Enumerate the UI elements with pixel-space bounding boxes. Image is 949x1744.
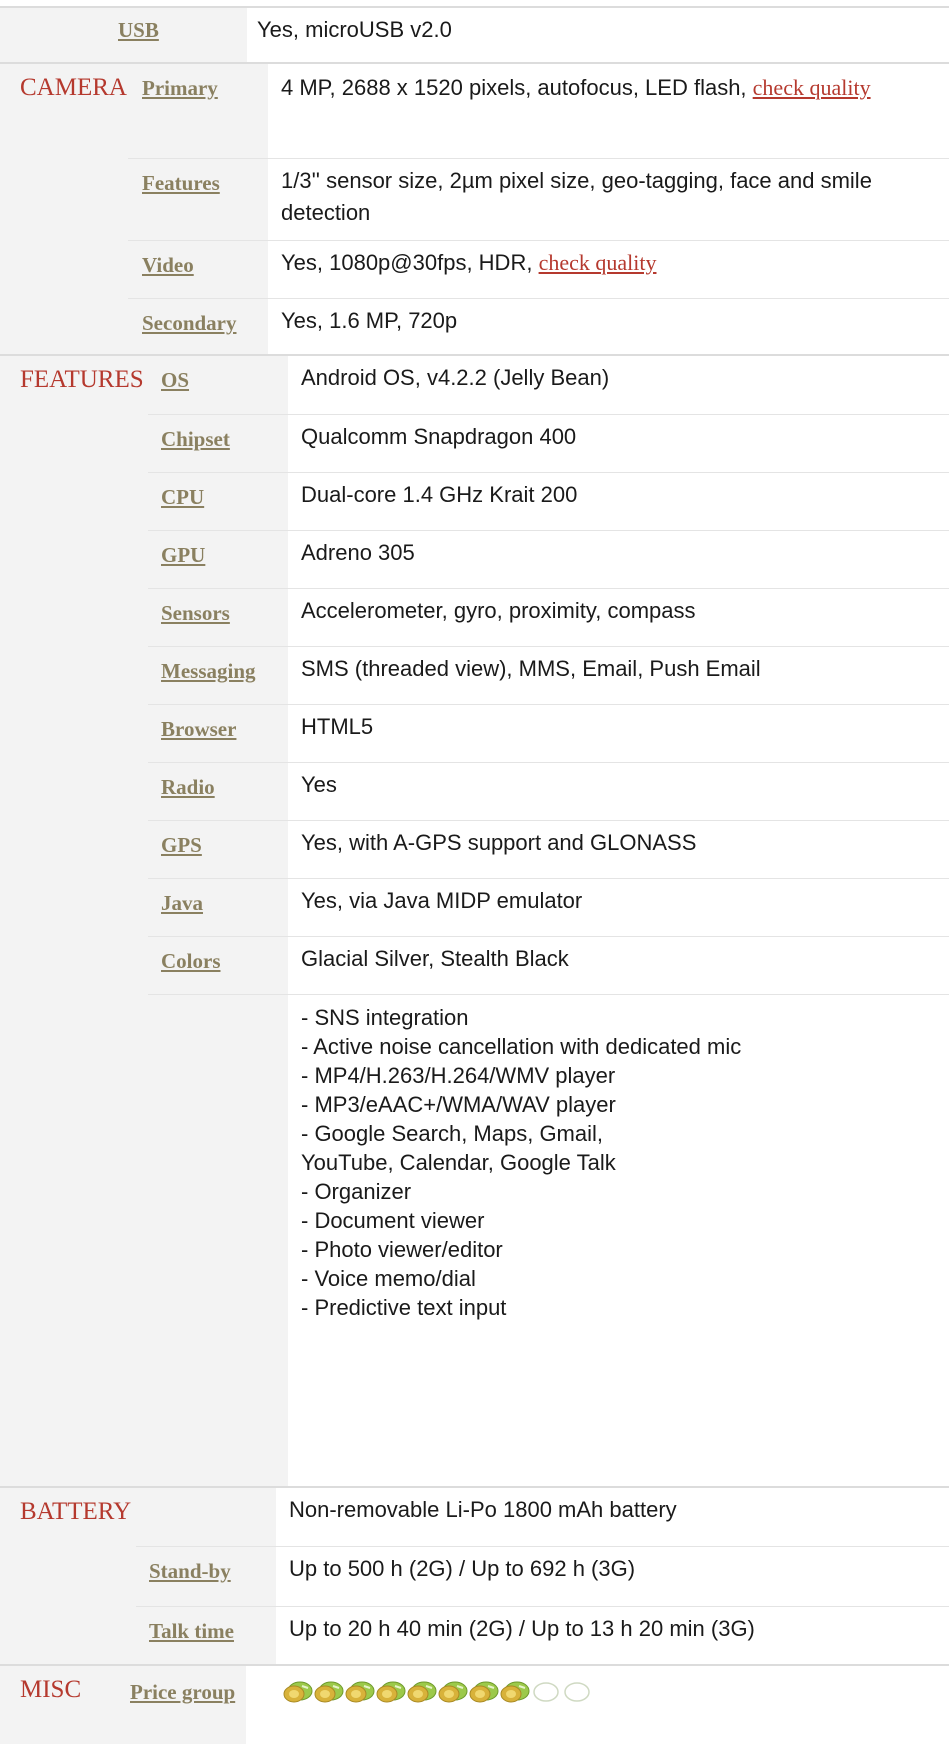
spec-row-secondary: Secondary Yes, 1.6 MP, 720p <box>128 298 949 357</box>
section-misc: MISC Price group <box>0 1664 949 1744</box>
spec-value-cpu: Dual-core 1.4 GHz Krait 200 <box>288 473 949 531</box>
spec-row-standby: Stand-by Up to 500 h (2G) / Up to 692 h … <box>136 1546 949 1607</box>
spec-label-java[interactable]: Java <box>148 879 288 937</box>
price-group-coins <box>282 1678 592 1708</box>
spec-label-cpu[interactable]: CPU <box>148 473 288 531</box>
spec-value-secondary: Yes, 1.6 MP, 720p <box>268 299 949 357</box>
section-battery: BATTERY Non-removable Li-Po 1800 mAh bat… <box>0 1486 949 1667</box>
money-coin-icon-empty <box>564 1682 590 1702</box>
spec-label-os[interactable]: OS <box>148 356 288 414</box>
check-quality-link[interactable]: check quality <box>539 250 657 275</box>
spec-value-primary-text: 4 MP, 2688 x 1520 pixels, autofocus, LED… <box>281 75 747 100</box>
spec-row-os: OS Android OS, v4.2.2 (Jelly Bean) <box>148 356 949 414</box>
section-title-spacer <box>0 8 104 64</box>
spec-value-usb: Yes, microUSB v2.0 <box>247 8 949 64</box>
spec-label-standby[interactable]: Stand-by <box>136 1547 276 1607</box>
spec-label-empty <box>136 1488 276 1546</box>
spec-row-battery: Non-removable Li-Po 1800 mAh battery <box>136 1488 949 1546</box>
feature-list-item: - Predictive text input <box>301 1295 507 1320</box>
spec-row-sensors: Sensors Accelerometer, gyro, proximity, … <box>148 588 949 647</box>
spec-label-messaging[interactable]: Messaging <box>148 647 288 705</box>
money-coin-icon-filled <box>469 1681 499 1703</box>
spec-value-video-text: Yes, 1080p@30fps, HDR, <box>281 250 533 275</box>
spec-value-sensors: Accelerometer, gyro, proximity, compass <box>288 589 949 647</box>
spec-value-radio: Yes <box>288 763 949 821</box>
money-coin-icon-filled <box>407 1681 437 1703</box>
spec-label-gps[interactable]: GPS <box>148 821 288 879</box>
price-group-rating <box>246 1666 949 1744</box>
spec-value-battery: Non-removable Li-Po 1800 mAh battery <box>276 1488 949 1546</box>
spec-row-gps: GPS Yes, with A-GPS support and GLONASS <box>148 820 949 879</box>
spec-label-features[interactable]: Features <box>128 159 268 241</box>
money-coin-icon-filled <box>283 1681 313 1703</box>
spec-row-chipset: Chipset Qualcomm Snapdragon 400 <box>148 414 949 473</box>
spec-row-gpu: GPU Adreno 305 <box>148 530 949 589</box>
section-data: USB Yes, microUSB v2.0 <box>0 6 949 64</box>
money-coin-icon-filled <box>500 1681 530 1703</box>
section-title-features: FEATURES <box>0 356 148 1488</box>
section-title-battery: BATTERY <box>0 1488 136 1666</box>
feature-list-item: - Voice memo/dial <box>301 1266 476 1291</box>
spec-value-standby: Up to 500 h (2G) / Up to 692 h (3G) <box>276 1547 949 1607</box>
money-coin-icon-empty <box>533 1682 559 1702</box>
spec-label-sensors[interactable]: Sensors <box>148 589 288 647</box>
spec-value-primary: 4 MP, 2688 x 1520 pixels, autofocus, LED… <box>268 64 949 158</box>
feature-list-item: - MP3/eAAC+/WMA/WAV player <box>301 1092 616 1117</box>
spec-row-usb: USB Yes, microUSB v2.0 <box>104 8 949 64</box>
feature-list-item: - Google Search, Maps, Gmail, <box>301 1121 604 1146</box>
spec-row-browser: Browser HTML5 <box>148 704 949 763</box>
spec-value-colors: Glacial Silver, Stealth Black <box>288 937 949 995</box>
money-coin-icon-filled <box>376 1681 406 1703</box>
spec-label-video[interactable]: Video <box>128 241 268 299</box>
spec-row-primary: Primary 4 MP, 2688 x 1520 pixels, autofo… <box>128 64 949 158</box>
feature-list-item: - Organizer <box>301 1179 412 1204</box>
spec-row-colors: Colors Glacial Silver, Stealth Black <box>148 936 949 995</box>
section-title-camera: CAMERA <box>0 64 128 356</box>
feature-list-item: - Document viewer <box>301 1208 485 1233</box>
check-quality-link[interactable]: check quality <box>753 75 871 100</box>
spec-value-features: 1/3'' sensor size, 2µm pixel size, geo-t… <box>268 159 949 241</box>
spec-label-talk-time[interactable]: Talk time <box>136 1607 276 1667</box>
spec-label-radio[interactable]: Radio <box>148 763 288 821</box>
spec-value-os: Android OS, v4.2.2 (Jelly Bean) <box>288 356 949 414</box>
spec-value-video: Yes, 1080p@30fps, HDR, check quality <box>268 241 949 299</box>
spec-label-browser[interactable]: Browser <box>148 705 288 763</box>
spec-row-video: Video Yes, 1080p@30fps, HDR, check quali… <box>128 240 949 299</box>
spec-label-primary[interactable]: Primary <box>128 64 268 158</box>
spec-label-chipset[interactable]: Chipset <box>148 415 288 473</box>
spec-value-messaging: SMS (threaded view), MMS, Email, Push Em… <box>288 647 949 705</box>
section-title-misc: MISC <box>0 1666 106 1744</box>
money-coin-icon-filled <box>345 1681 375 1703</box>
section-features: FEATURES OS Android OS, v4.2.2 (Jelly Be… <box>0 354 949 1489</box>
spec-row-price-group: Price group <box>106 1666 949 1744</box>
spec-row-features: Features 1/3'' sensor size, 2µm pixel si… <box>128 158 949 241</box>
spec-label-secondary[interactable]: Secondary <box>128 299 268 357</box>
spec-value-talk-time: Up to 20 h 40 min (2G) / Up to 13 h 20 m… <box>276 1607 949 1667</box>
spec-value-chipset: Qualcomm Snapdragon 400 <box>288 415 949 473</box>
spec-row-extra-features: - SNS integration - Active noise cancell… <box>148 994 949 1489</box>
spec-row-messaging: Messaging SMS (threaded view), MMS, Emai… <box>148 646 949 705</box>
feature-list-item: YouTube, Calendar, Google Talk <box>301 1150 616 1175</box>
spec-row-java: Java Yes, via Java MIDP emulator <box>148 878 949 937</box>
spec-row-cpu: CPU Dual-core 1.4 GHz Krait 200 <box>148 472 949 531</box>
money-coin-icon-filled <box>314 1681 344 1703</box>
spec-row-radio: Radio Yes <box>148 762 949 821</box>
spec-row-talk-time: Talk time Up to 20 h 40 min (2G) / Up to… <box>136 1606 949 1667</box>
spec-value-gpu: Adreno 305 <box>288 531 949 589</box>
spec-value-browser: HTML5 <box>288 705 949 763</box>
feature-list-item: - SNS integration <box>301 1005 469 1030</box>
feature-list: - SNS integration - Active noise cancell… <box>288 995 949 1489</box>
spec-label-usb[interactable]: USB <box>104 8 247 64</box>
money-coin-icon-filled <box>438 1681 468 1703</box>
spec-label-colors[interactable]: Colors <box>148 937 288 995</box>
feature-list-item: - Photo viewer/editor <box>301 1237 503 1262</box>
spec-value-gps: Yes, with A-GPS support and GLONASS <box>288 821 949 879</box>
spec-value-java: Yes, via Java MIDP emulator <box>288 879 949 937</box>
spec-label-gpu[interactable]: GPU <box>148 531 288 589</box>
section-camera: CAMERA Primary 4 MP, 2688 x 1520 pixels,… <box>0 62 949 357</box>
feature-list-item: - MP4/H.263/H.264/WMV player <box>301 1063 616 1088</box>
spec-label-price-group[interactable]: Price group <box>106 1666 246 1744</box>
feature-list-item: - Active noise cancellation with dedicat… <box>301 1034 742 1059</box>
spec-label-empty <box>148 995 288 1489</box>
